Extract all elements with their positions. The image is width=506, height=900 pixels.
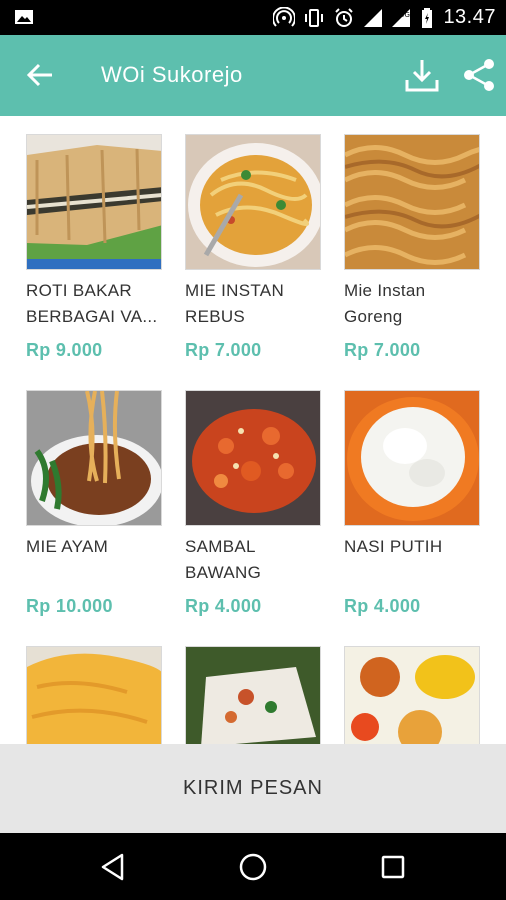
- product-price: Rp 4.000: [344, 596, 421, 616]
- app-toolbar: WOi Sukorejo: [0, 35, 506, 116]
- product-name: SAMBAL BAWANG: [185, 537, 262, 582]
- product-card[interactable]: SAMBAL BAWANG Rp 4.000: [185, 390, 321, 617]
- share-icon[interactable]: [460, 56, 498, 94]
- signal-4g-icon: 4G: [392, 8, 411, 27]
- nav-home-icon[interactable]: [236, 850, 270, 884]
- download-icon[interactable]: [403, 56, 441, 94]
- status-bar: 4G 13.47: [0, 0, 506, 35]
- product-grid: ROTI BAKAR BERBAGAI VA... Rp 9.000 MIE I…: [0, 116, 506, 744]
- product-card[interactable]: Mie Instan Goreng Rp 7.000: [344, 134, 480, 361]
- product-card[interactable]: NASI PUTIH Rp 4.000: [344, 390, 480, 617]
- product-name: MIE AYAM: [26, 537, 109, 556]
- status-icons: 4G 13.47: [273, 0, 496, 35]
- status-time: 13.47: [443, 6, 496, 28]
- product-image-mie-ayam[interactable]: [26, 390, 162, 526]
- product-image-telur[interactable]: [26, 646, 162, 744]
- product-price: Rp 7.000: [185, 340, 262, 360]
- product-card[interactable]: ROTI BAKAR BERBAGAI VA... Rp 9.000: [26, 134, 162, 361]
- product-image-roti-bakar[interactable]: [26, 134, 162, 270]
- product-price: Rp 10.000: [26, 596, 113, 616]
- product-card[interactable]: MIE AYAM Rp 10.000: [26, 390, 162, 617]
- signal-icon: [364, 8, 383, 27]
- alarm-icon: [335, 7, 354, 27]
- product-name: MIE INSTAN REBUS: [185, 281, 285, 326]
- product-image-mie-instan-rebus[interactable]: [185, 134, 321, 270]
- hotspot-icon: [273, 6, 296, 27]
- product-name: ROTI BAKAR BERBAGAI VA...: [26, 281, 158, 326]
- product-card[interactable]: [344, 646, 480, 744]
- product-image-sambal-bawang[interactable]: [185, 390, 321, 526]
- svg-text:4G: 4G: [400, 11, 410, 19]
- arrow-back-icon[interactable]: [24, 59, 56, 91]
- gallery-notification-icon: [15, 10, 33, 24]
- vibrate-icon: [305, 8, 324, 27]
- nav-recents-icon[interactable]: [376, 850, 410, 884]
- battery-icon: [422, 7, 433, 28]
- product-image-mie-instan-goreng[interactable]: [344, 134, 480, 270]
- product-price: Rp 7.000: [344, 340, 421, 360]
- product-image-nasi-bungkus[interactable]: [185, 646, 321, 744]
- product-card[interactable]: MIE INSTAN REBUS Rp 7.000: [185, 134, 321, 361]
- nav-back-icon[interactable]: [96, 850, 130, 884]
- system-nav-bar: [0, 833, 506, 900]
- send-order-button[interactable]: KIRIM PESAN: [0, 744, 506, 833]
- product-image-nasi-putih[interactable]: [344, 390, 480, 526]
- product-name: Mie Instan Goreng: [344, 281, 426, 326]
- product-name: NASI PUTIH: [344, 537, 443, 556]
- product-price: Rp 9.000: [26, 340, 103, 360]
- product-image-nasi-campur[interactable]: [344, 646, 480, 744]
- page-title: WOi Sukorejo: [101, 62, 243, 87]
- product-price: Rp 4.000: [185, 596, 262, 616]
- product-card[interactable]: [185, 646, 321, 744]
- product-card[interactable]: [26, 646, 162, 744]
